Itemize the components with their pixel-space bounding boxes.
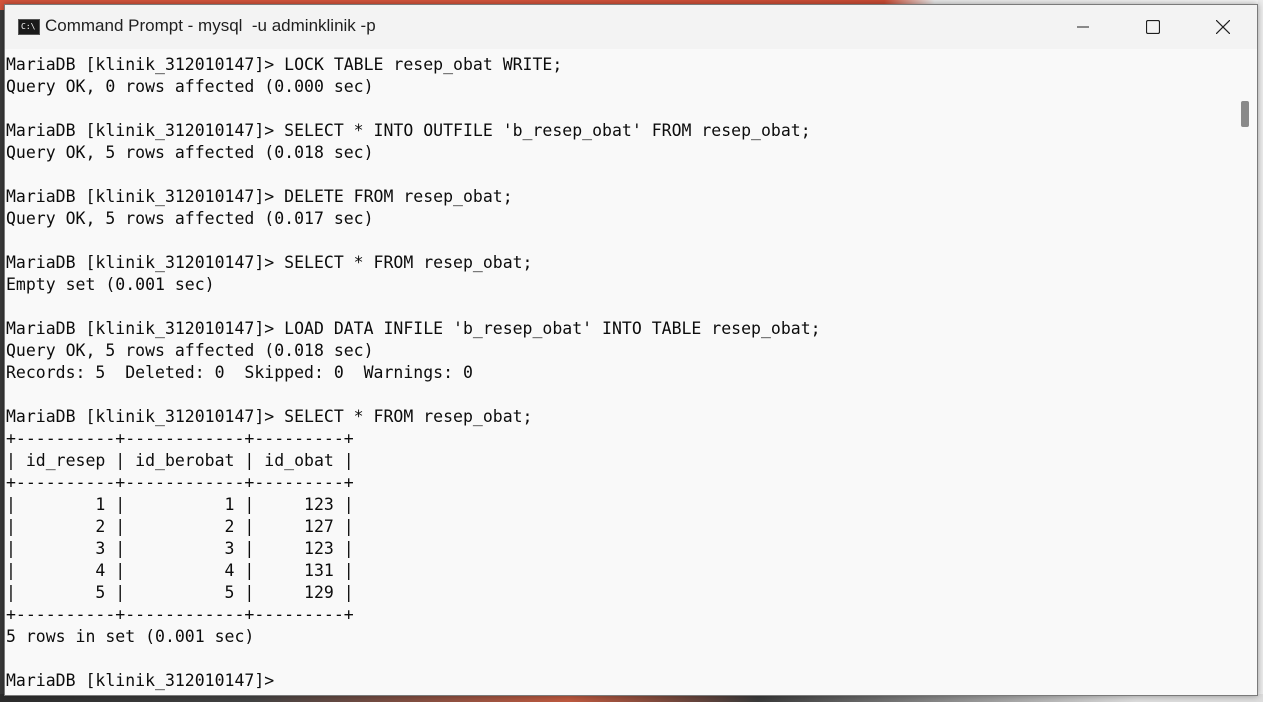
terminal-line: Empty set (0.001 sec): [6, 275, 215, 294]
cmd-icon[interactable]: C:\: [18, 19, 40, 35]
terminal-line: MariaDB [klinik_312010147]> LOAD DATA IN…: [6, 319, 821, 338]
terminal-line: MariaDB [klinik_312010147]> SELECT * INT…: [6, 121, 811, 140]
desktop-background-right: [1258, 0, 1263, 702]
terminal-line: | id_resep | id_berobat | id_obat |: [6, 451, 354, 470]
terminal-line: Query OK, 0 rows affected (0.000 sec): [6, 77, 374, 96]
terminal-line: | 1 | 1 | 123 |: [6, 495, 354, 514]
terminal-line: Query OK, 5 rows affected (0.018 sec): [6, 143, 374, 162]
command-prompt-window: C:\ Command Prompt - mysql -u adminklini…: [4, 4, 1258, 696]
minimize-icon: [1077, 26, 1089, 28]
title-bar[interactable]: C:\ Command Prompt - mysql -u adminklini…: [5, 5, 1257, 49]
terminal-line: | 5 | 5 | 129 |: [6, 583, 354, 602]
terminal-line: Records: 5 Deleted: 0 Skipped: 0 Warning…: [6, 363, 473, 382]
terminal-line: MariaDB [klinik_312010147]> LOCK TABLE r…: [6, 55, 563, 74]
terminal-line: Query OK, 5 rows affected (0.017 sec): [6, 209, 374, 228]
terminal-line: 5 rows in set (0.001 sec): [6, 627, 255, 646]
vertical-scrollbar[interactable]: [1233, 49, 1257, 695]
terminal-line: MariaDB [klinik_312010147]> SELECT * FRO…: [6, 407, 533, 426]
terminal-line: | 3 | 3 | 123 |: [6, 539, 354, 558]
scrollbar-thumb[interactable]: [1241, 101, 1249, 127]
terminal-line: +----------+------------+---------+: [6, 429, 354, 448]
close-icon: [1216, 20, 1230, 34]
window-title: Command Prompt - mysql -u adminklinik -p: [45, 16, 376, 35]
terminal-line: +----------+------------+---------+: [6, 605, 354, 624]
close-button[interactable]: [1188, 5, 1258, 49]
terminal-line: MariaDB [klinik_312010147]>: [6, 671, 275, 690]
terminal-line: | 2 | 2 | 127 |: [6, 517, 354, 536]
maximize-button[interactable]: [1118, 5, 1188, 49]
maximize-icon: [1146, 20, 1160, 34]
terminal-line: Query OK, 5 rows affected (0.018 sec): [6, 341, 374, 360]
terminal-line: MariaDB [klinik_312010147]> DELETE FROM …: [6, 187, 513, 206]
terminal-line: +----------+------------+---------+: [6, 473, 354, 492]
terminal-line: MariaDB [klinik_312010147]> SELECT * FRO…: [6, 253, 533, 272]
terminal-line: | 4 | 4 | 131 |: [6, 561, 354, 580]
terminal-output[interactable]: MariaDB [klinik_312010147]> LOCK TABLE r…: [5, 49, 1233, 695]
minimize-button[interactable]: [1048, 5, 1118, 49]
